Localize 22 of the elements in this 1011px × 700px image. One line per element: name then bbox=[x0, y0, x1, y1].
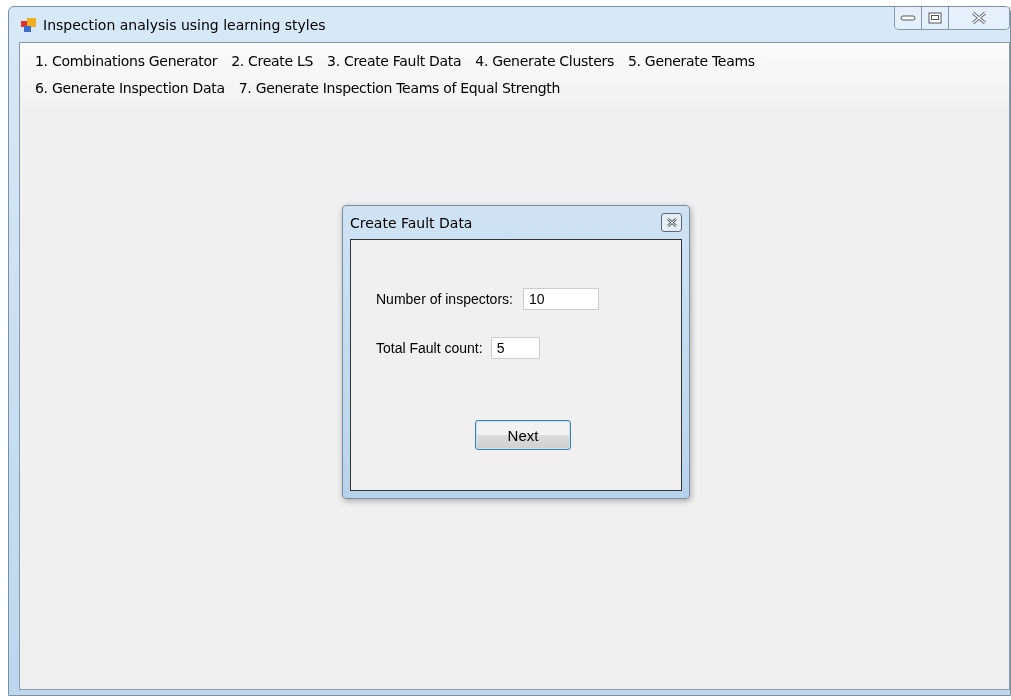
maximize-icon bbox=[928, 12, 942, 24]
menu-item[interactable]: 3. Create Fault Data bbox=[320, 52, 469, 69]
menu-item[interactable]: 5. Generate Teams bbox=[620, 52, 762, 69]
menu-item[interactable]: 6. Generate Inspection Data bbox=[28, 79, 232, 96]
maximize-button[interactable] bbox=[922, 7, 949, 29]
menu-item[interactable]: 7. Generate Inspection Teams of Equal Strength bbox=[231, 79, 568, 96]
close-icon bbox=[665, 217, 678, 228]
minimize-icon bbox=[900, 14, 916, 22]
window-title: Inspection analysis using learning styles bbox=[43, 16, 326, 33]
menu-item[interactable]: 2. Create LS bbox=[224, 52, 321, 69]
app-icon bbox=[21, 16, 37, 33]
field-label: Number of inspectors: bbox=[376, 291, 513, 307]
next-button[interactable]: Next bbox=[475, 420, 571, 450]
input-field[interactable]: 5 bbox=[490, 337, 540, 359]
close-button[interactable] bbox=[661, 213, 682, 232]
dialog-title: Create Fault Data bbox=[350, 214, 473, 231]
field-label: Total Fault count: bbox=[376, 340, 483, 356]
input-field[interactable]: 10 bbox=[522, 288, 599, 310]
menu-item[interactable]: 4. Generate Clusters bbox=[468, 52, 621, 69]
close-button[interactable] bbox=[949, 7, 1009, 29]
close-icon bbox=[971, 11, 987, 25]
menu-item[interactable]: 1. Combinations Generator bbox=[28, 52, 225, 69]
